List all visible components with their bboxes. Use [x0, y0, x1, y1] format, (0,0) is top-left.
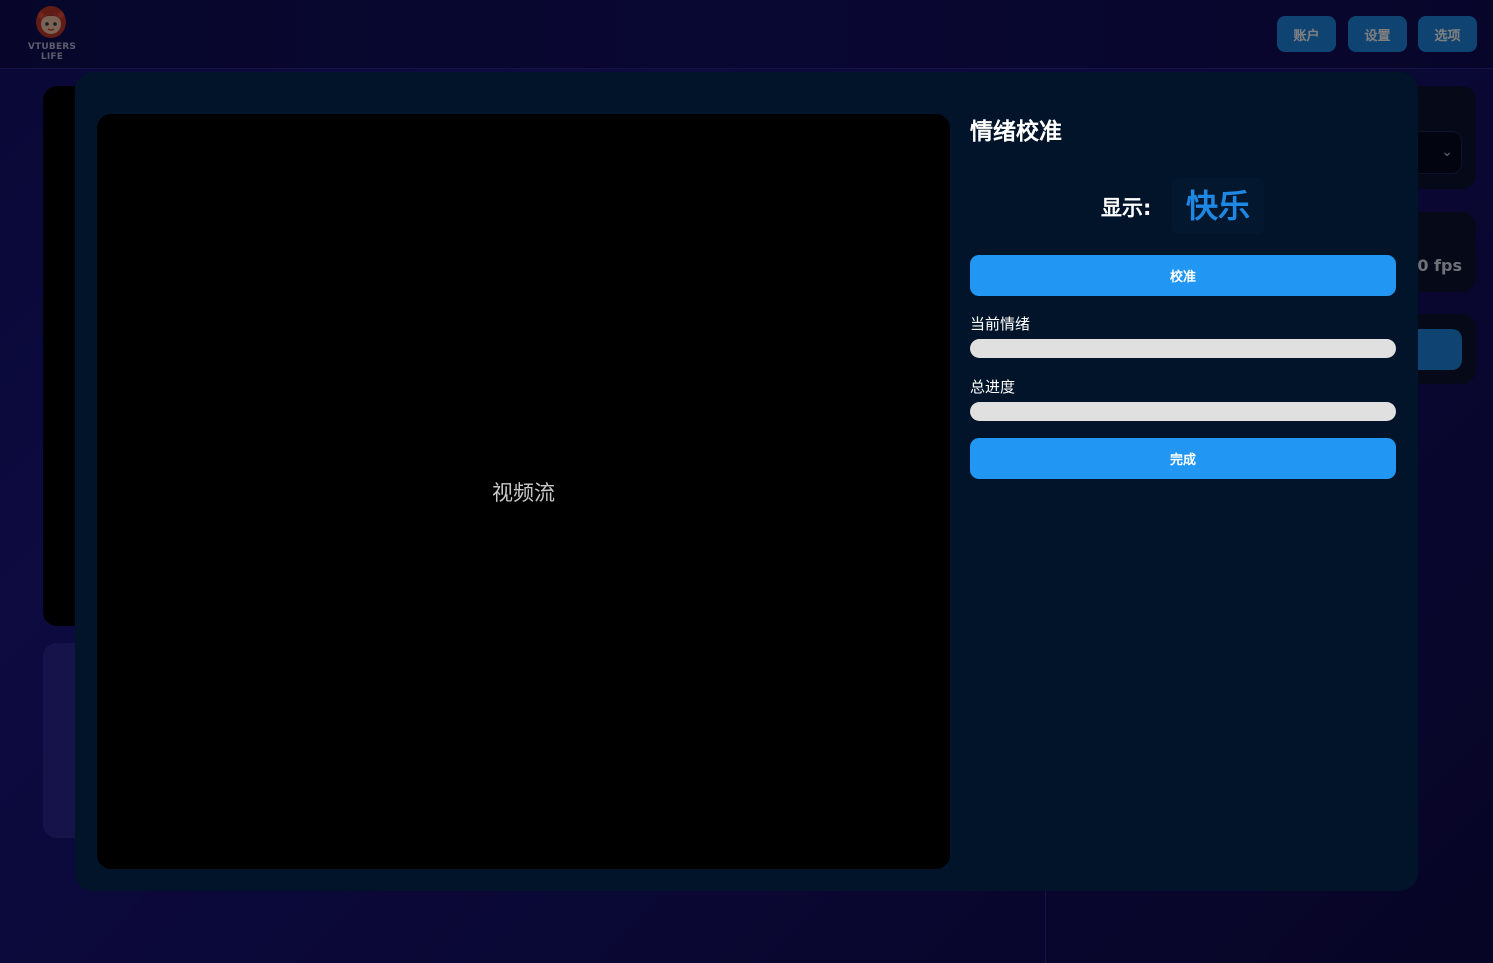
- done-button[interactable]: 完成: [970, 438, 1396, 479]
- modal-title: 情绪校准: [970, 119, 1062, 145]
- calibrate-button[interactable]: 校准: [970, 255, 1396, 296]
- total-progress-bar: [970, 402, 1396, 421]
- video-stream: 视频流: [97, 114, 950, 869]
- display-label: 显示:: [1101, 196, 1152, 220]
- current-emotion-label: 当前情绪: [970, 315, 1031, 333]
- target-emotion-value: 快乐: [1172, 178, 1265, 234]
- target-emotion-row: 显示: 快乐: [970, 178, 1396, 234]
- emotion-calibration-modal: 视频流 情绪校准 显示: 快乐 校准 当前情绪 总进度 完成: [75, 72, 1418, 891]
- current-emotion-progress: [970, 339, 1396, 358]
- video-placeholder-text: 视频流: [492, 480, 555, 505]
- total-progress-label: 总进度: [970, 378, 1016, 396]
